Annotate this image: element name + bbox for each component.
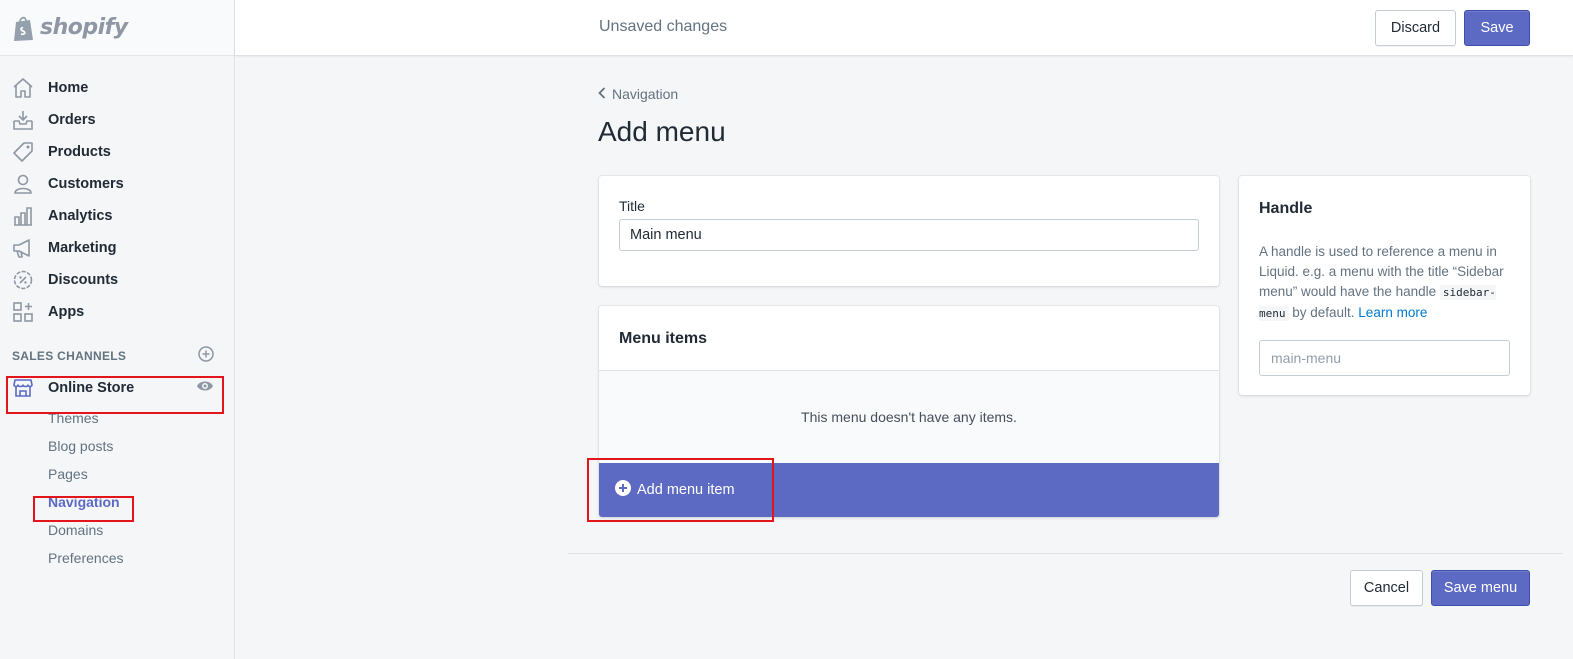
breadcrumb-navigation-link[interactable]: Navigation [612,86,678,102]
plus-circle-icon [615,480,631,500]
sidebar-subitem-navigation[interactable]: Navigation [0,488,234,516]
top-bar: Unsaved changes Discard Save [235,0,1573,56]
sidebar-item-orders[interactable]: Orders [0,104,234,136]
learn-more-link[interactable]: Learn more [1358,305,1427,320]
sidebar-item-discounts[interactable]: Discounts [0,264,234,296]
bar-chart-icon [11,204,35,228]
save-menu-button[interactable]: Save menu [1431,570,1530,606]
page-title: Add menu [598,116,726,147]
main-nav: Home Orders Products Customers Analytics [0,56,234,328]
sidebar-item-online-store[interactable]: Online Store [0,372,234,404]
menu-items-card: Menu items This menu doesn't have any it… [599,306,1219,517]
title-input[interactable] [619,219,1199,251]
sidebar-item-home[interactable]: Home [0,72,234,104]
add-sales-channel-icon[interactable] [198,345,214,367]
menu-items-heading: Menu items [599,306,1219,371]
sidebar-subitem-domains[interactable]: Domains [0,516,234,544]
footer-divider [568,553,1563,554]
shopify-wordmark: shopify [40,15,128,40]
orders-icon [11,108,35,132]
breadcrumb[interactable]: Navigation [598,86,678,102]
apps-icon [11,300,35,324]
storefront-icon [11,376,35,400]
sidebar-subitem-preferences[interactable]: Preferences [0,544,234,572]
discount-icon [11,268,35,292]
sidebar-subitem-pages[interactable]: Pages [0,460,234,488]
add-menu-item-button[interactable]: Add menu item [599,463,1219,517]
handle-input[interactable] [1259,340,1510,376]
shopify-logo[interactable]: shopify [0,0,234,56]
title-card: Title [599,176,1219,286]
sidebar-subitem-blog-posts[interactable]: Blog posts [0,432,234,460]
sidebar-item-products[interactable]: Products [0,136,234,168]
sidebar-subitem-themes[interactable]: Themes [0,404,234,432]
online-store-group: Online Store Themes Blog posts Pages Nav… [0,372,234,572]
sidebar-item-analytics[interactable]: Analytics [0,200,234,232]
chevron-left-icon [598,86,606,102]
home-icon [11,76,35,100]
cancel-button[interactable]: Cancel [1350,570,1423,606]
unsaved-changes-text: Unsaved changes [599,18,728,35]
title-field-label: Title [619,198,645,214]
view-store-eye-icon[interactable] [196,379,214,398]
save-button[interactable]: Save [1464,10,1530,46]
handle-heading: Handle [1259,200,1313,217]
sidebar: shopify Home Orders Products Customers A… [0,0,235,659]
sidebar-item-apps[interactable]: Apps [0,296,234,328]
handle-card: Handle A handle is used to reference a m… [1239,176,1530,395]
shopify-bag-icon [14,16,33,41]
person-icon [11,172,35,196]
handle-description-text-end: by default. [1288,305,1359,320]
megaphone-icon [11,236,35,260]
sidebar-item-customers[interactable]: Customers [0,168,234,200]
empty-menu-message: This menu doesn't have any items. [599,371,1219,463]
discard-button[interactable]: Discard [1375,10,1456,46]
sales-channels-heading: SALES CHANNELS [0,340,234,372]
handle-description: A handle is used to reference a menu in … [1259,242,1515,324]
add-menu-item-label: Add menu item [637,482,735,498]
sidebar-item-marketing[interactable]: Marketing [0,232,234,264]
tag-icon [11,140,35,164]
